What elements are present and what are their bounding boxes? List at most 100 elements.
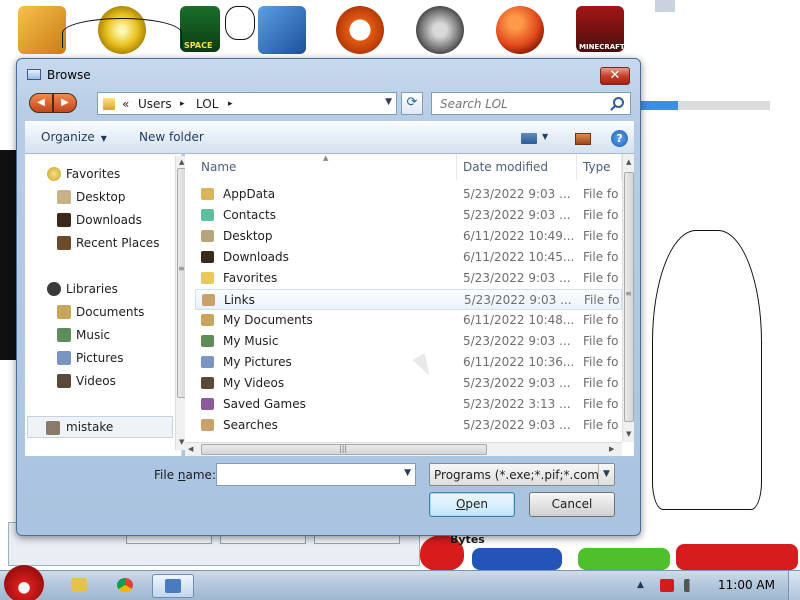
file-row[interactable]: Downloads 6/11/2022 10:45... File fo (195, 247, 622, 268)
libraries-icon (47, 282, 61, 296)
file-list-horizontal-scrollbar[interactable]: ◀ ||| ▶ (185, 442, 622, 456)
title-bar[interactable]: Browse ✕ (17, 59, 640, 87)
refresh-button[interactable]: ⟳ (401, 92, 423, 115)
cancel-button[interactable]: Cancel (529, 492, 615, 517)
file-list: ▲ Name Date modified Type AppData 5/23/20… (185, 154, 634, 456)
downloads-icon (57, 213, 71, 227)
chevron-down-icon: ▼ (100, 134, 107, 143)
nav-item-videos[interactable]: Videos (76, 372, 116, 390)
gear-ball-icon[interactable] (416, 6, 464, 54)
scroll-down-icon[interactable]: ▼ (179, 438, 184, 446)
search-box[interactable] (431, 92, 631, 115)
file-row[interactable]: My Music 5/23/2022 9:03 ... File fo (195, 331, 622, 352)
nav-libraries-header[interactable]: Libraries (66, 280, 118, 298)
file-row[interactable]: Links 5/23/2022 9:03 ... File fo (195, 289, 622, 310)
file-name: Saved Games (223, 397, 306, 411)
nav-item-music[interactable]: Music (76, 326, 110, 344)
chevron-down-icon[interactable]: ▼ (598, 464, 614, 485)
file-row[interactable]: Desktop 6/11/2022 10:49... File fo (195, 226, 622, 247)
scroll-up-icon[interactable]: ▲ (179, 158, 184, 166)
close-button[interactable]: ✕ (600, 67, 630, 85)
file-name: Desktop (223, 229, 273, 243)
folder-icon (103, 98, 115, 110)
open-button[interactable]: Open (429, 492, 515, 517)
minecraft-icon[interactable]: MINECRAFT (576, 6, 625, 52)
new-folder-button[interactable]: New folder (139, 130, 204, 144)
file-type-filter-select[interactable]: Programs (*.exe;*.pif;*.com;*.bat ▼ (429, 463, 615, 486)
address-bar[interactable]: « Users ▸ LOL ▸ ▼ (97, 92, 397, 115)
breadcrumb-overflow[interactable]: « (122, 97, 129, 111)
file-type-filter-value: Programs (*.exe;*.pif;*.com;*.bat (434, 468, 615, 482)
preview-pane-icon[interactable] (575, 133, 591, 145)
scroll-up-icon[interactable]: ▲ (626, 158, 631, 166)
taskbar-explorer-button[interactable] (62, 574, 98, 598)
angry-birds-space-icon[interactable]: SPACE (180, 6, 220, 52)
nav-item-mistake[interactable]: mistake (27, 416, 173, 438)
file-name-label: File name: (154, 468, 216, 482)
file-type: File fo (583, 355, 619, 369)
nav-item-recent-places[interactable]: Recent Places (76, 234, 159, 252)
search-icon[interactable] (613, 97, 624, 108)
column-date-header[interactable]: Date modified (457, 154, 577, 180)
tray-app-icon[interactable] (660, 579, 674, 592)
lightning-app-icon[interactable] (336, 6, 384, 54)
breadcrumb-users[interactable]: Users (138, 97, 172, 111)
nav-item-downloads[interactable]: Downloads (76, 211, 142, 229)
favorites-icon (201, 272, 214, 284)
scroll-right-icon[interactable]: ▶ (609, 445, 614, 453)
control-panel-icon[interactable] (258, 6, 306, 54)
nav-item-pictures[interactable]: Pictures (76, 349, 124, 367)
file-row[interactable]: AppData 5/23/2022 9:03 ... File fo (195, 184, 622, 205)
file-type: File fo (583, 271, 619, 285)
breadcrumb-lol[interactable]: LOL (196, 97, 218, 111)
file-row[interactable]: My Videos 5/23/2022 9:03 ... File fo (195, 373, 622, 394)
forward-button[interactable]: ▶ (53, 93, 77, 113)
pictures-icon (201, 356, 214, 368)
file-row[interactable]: My Pictures 6/11/2022 10:36... File fo (195, 352, 622, 373)
file-row[interactable]: Saved Games 5/23/2022 3:13 ... File fo (195, 394, 622, 415)
chevron-down-icon[interactable]: ▼ (404, 468, 411, 478)
file-row[interactable]: Favorites 5/23/2022 9:03 ... File fo (195, 268, 622, 289)
chevron-down-icon[interactable]: ▼ (385, 97, 392, 107)
nav-item-documents[interactable]: Documents (76, 303, 144, 321)
scroll-left-icon[interactable]: ◀ (188, 445, 193, 453)
scroll-down-icon[interactable]: ▼ (626, 430, 631, 438)
file-name-input[interactable] (221, 465, 399, 484)
chevron-down-icon[interactable]: ▼ (542, 132, 548, 141)
views-icon[interactable] (521, 133, 537, 144)
file-type: File fo (583, 334, 619, 348)
organize-button[interactable]: Organize ▼ (41, 130, 107, 144)
paint-app-icon[interactable] (496, 6, 544, 54)
contacts-icon (201, 209, 214, 221)
music-icon (201, 335, 214, 347)
back-button[interactable]: ◀ (29, 93, 53, 113)
file-name: My Documents (223, 313, 313, 327)
folder-icon (201, 188, 214, 200)
breadcrumb-separator-icon[interactable]: ▸ (180, 99, 185, 109)
taskbar-browse-dialog-button[interactable] (152, 574, 194, 598)
file-name: My Pictures (223, 355, 292, 369)
show-desktop-button[interactable] (788, 571, 800, 600)
desktop-app-icon-1[interactable] (18, 6, 66, 54)
start-button-icon[interactable] (4, 565, 44, 600)
grip-icon: ≡ (178, 264, 185, 273)
column-type-header[interactable]: Type (577, 154, 622, 180)
breadcrumb-separator-icon[interactable]: ▸ (228, 99, 233, 109)
window-icon (27, 69, 41, 80)
taskbar-chrome-button[interactable] (108, 574, 144, 598)
help-icon[interactable]: ? (611, 130, 628, 147)
show-hidden-icons-icon[interactable]: ▲ (637, 580, 644, 590)
file-row[interactable]: My Documents 6/11/2022 10:48... File fo (195, 310, 622, 331)
browse-dialog: Browse ✕ ◀ ▶ « Users ▸ LOL ▸ ▼ ⟳ Organiz… (16, 58, 641, 536)
column-name-header[interactable]: Name (195, 154, 457, 180)
file-list-vertical-scrollbar[interactable]: ▲ ≡ ▼ (622, 154, 634, 442)
file-row[interactable]: Searches 5/23/2022 9:03 ... File fo (195, 415, 622, 436)
clock[interactable]: 11:00 AM (718, 578, 775, 592)
file-row[interactable]: Contacts 5/23/2022 9:03 ... File fo (195, 205, 622, 226)
search-input[interactable] (440, 94, 610, 113)
nav-favorites-header[interactable]: Favorites (66, 165, 120, 183)
file-name-field[interactable]: ▼ (216, 463, 416, 486)
file-name: AppData (223, 187, 276, 201)
nav-item-desktop[interactable]: Desktop (76, 188, 126, 206)
volume-muted-icon[interactable] (684, 579, 698, 592)
